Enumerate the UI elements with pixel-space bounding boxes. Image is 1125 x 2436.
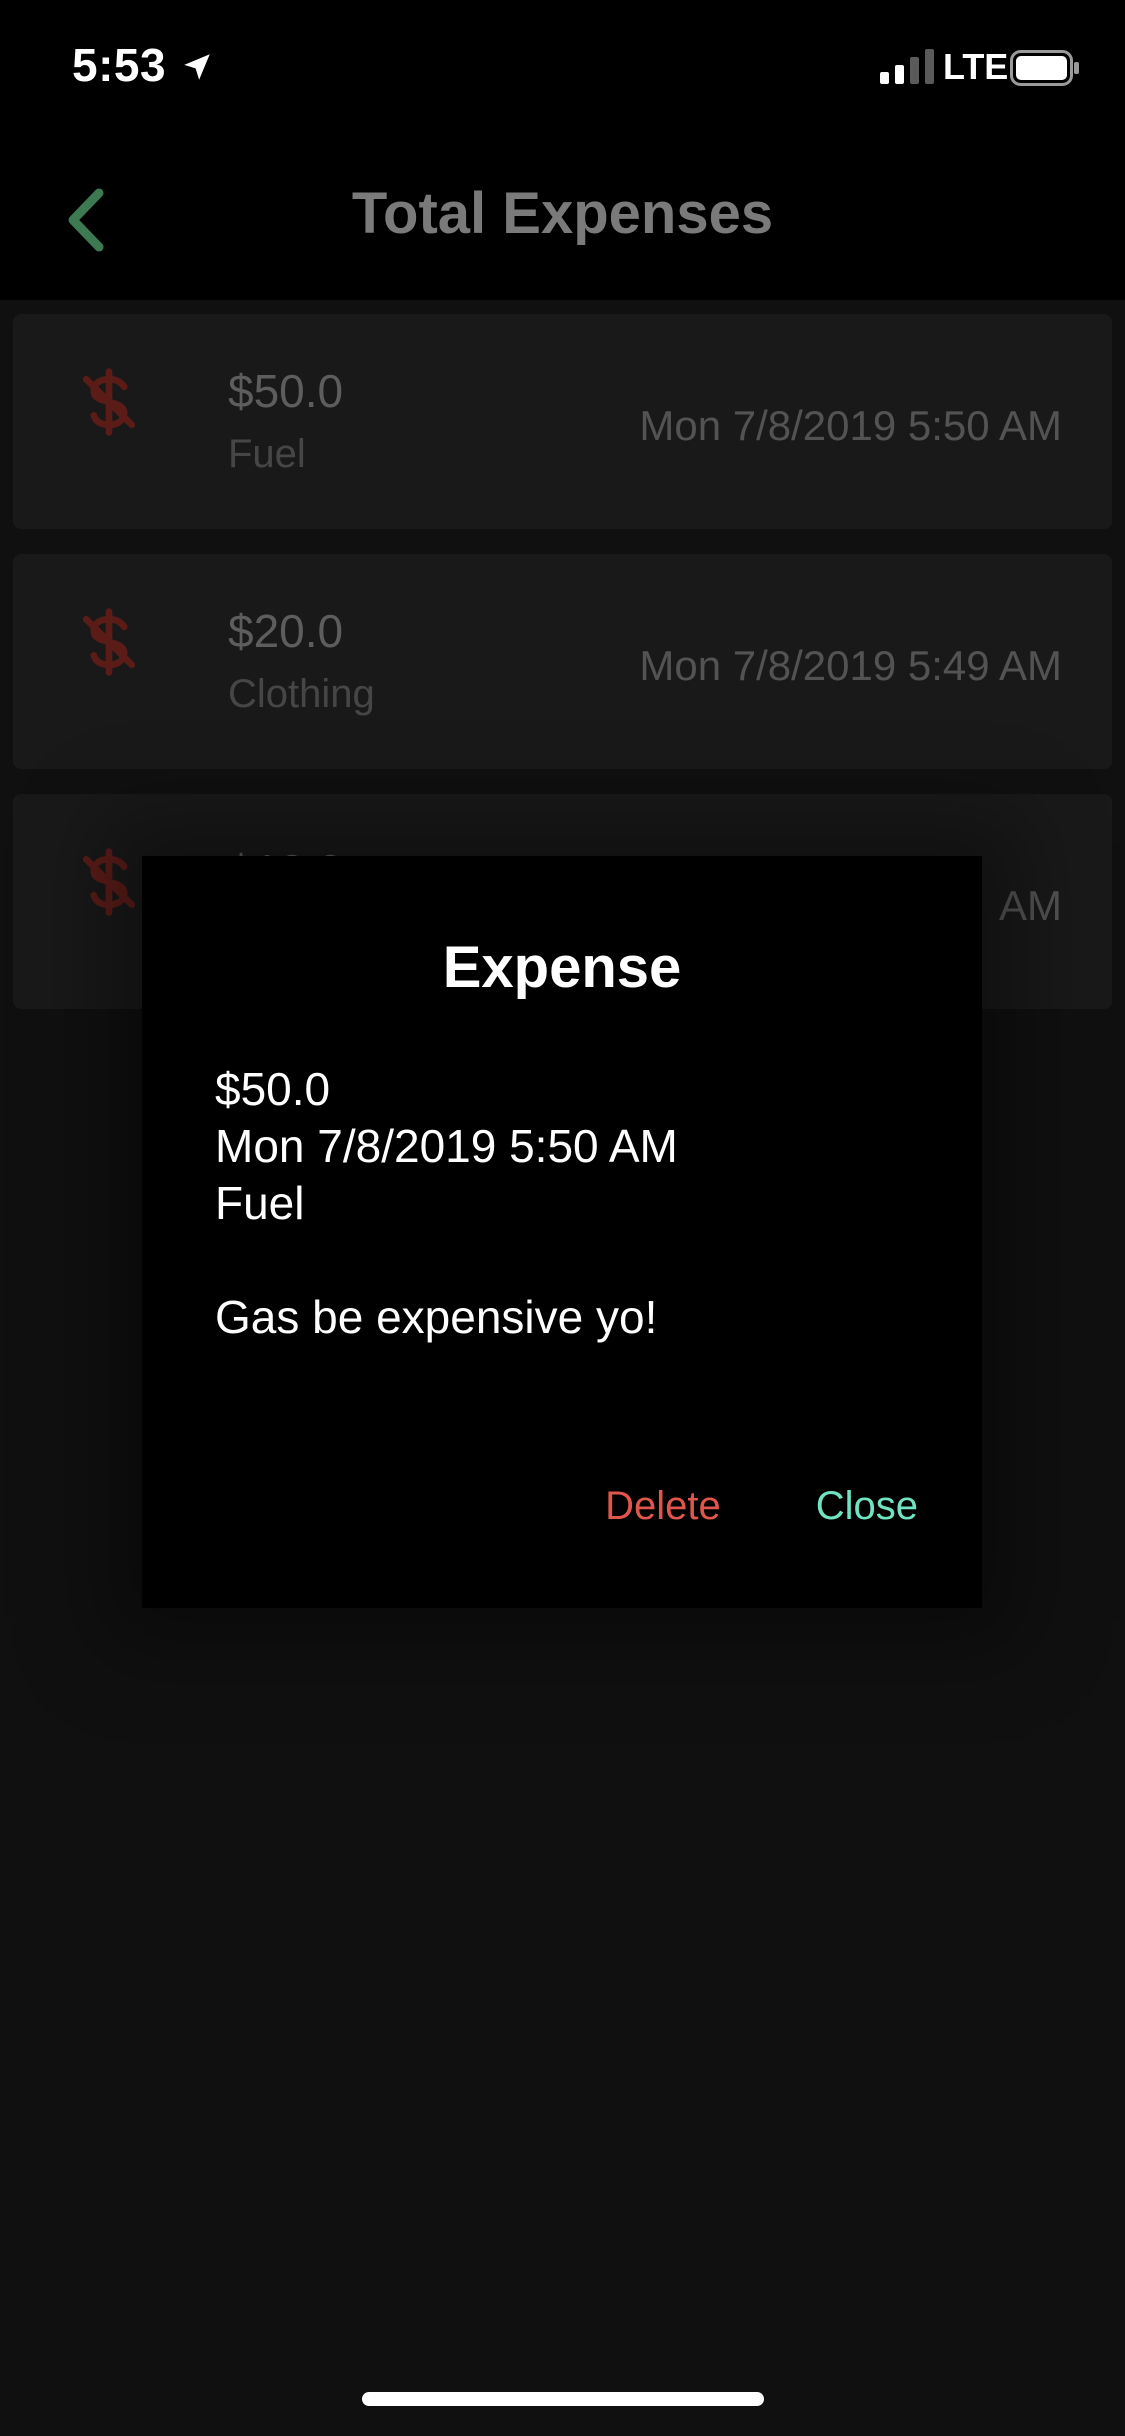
page-title: Total Expenses <box>351 181 774 246</box>
dialog-title: Expense <box>442 935 682 1000</box>
dialog-body: $50.0 Mon 7/8/2019 5:50 AM Fuel Gas be e… <box>215 1061 678 1346</box>
dialog-note: Gas be expensive yo! <box>215 1291 658 1343</box>
app-screen: 5:53 LTE Total Expenses $50.0 Fuel Mon 7… <box>0 0 1125 2436</box>
network-type-label: LTE <box>943 46 1009 87</box>
dialog-actions: Delete Close <box>605 1484 918 1529</box>
home-indicator[interactable] <box>362 2392 764 2406</box>
delete-button[interactable]: Delete <box>605 1484 721 1529</box>
location-arrow-icon <box>184 54 210 80</box>
navigation-bar: Total Expenses <box>0 140 1125 300</box>
close-button[interactable]: Close <box>816 1484 918 1529</box>
cellular-signal-icon <box>880 49 934 84</box>
status-time: 5:53 <box>72 39 167 91</box>
dialog-date: Mon 7/8/2019 5:50 AM <box>215 1120 678 1172</box>
dialog-category: Fuel <box>215 1177 305 1229</box>
battery-icon <box>1010 50 1079 86</box>
status-bar: 5:53 LTE <box>0 0 1125 140</box>
expense-dialog: Expense $50.0 Mon 7/8/2019 5:50 AM Fuel … <box>142 856 982 1608</box>
dialog-amount: $50.0 <box>215 1063 331 1115</box>
